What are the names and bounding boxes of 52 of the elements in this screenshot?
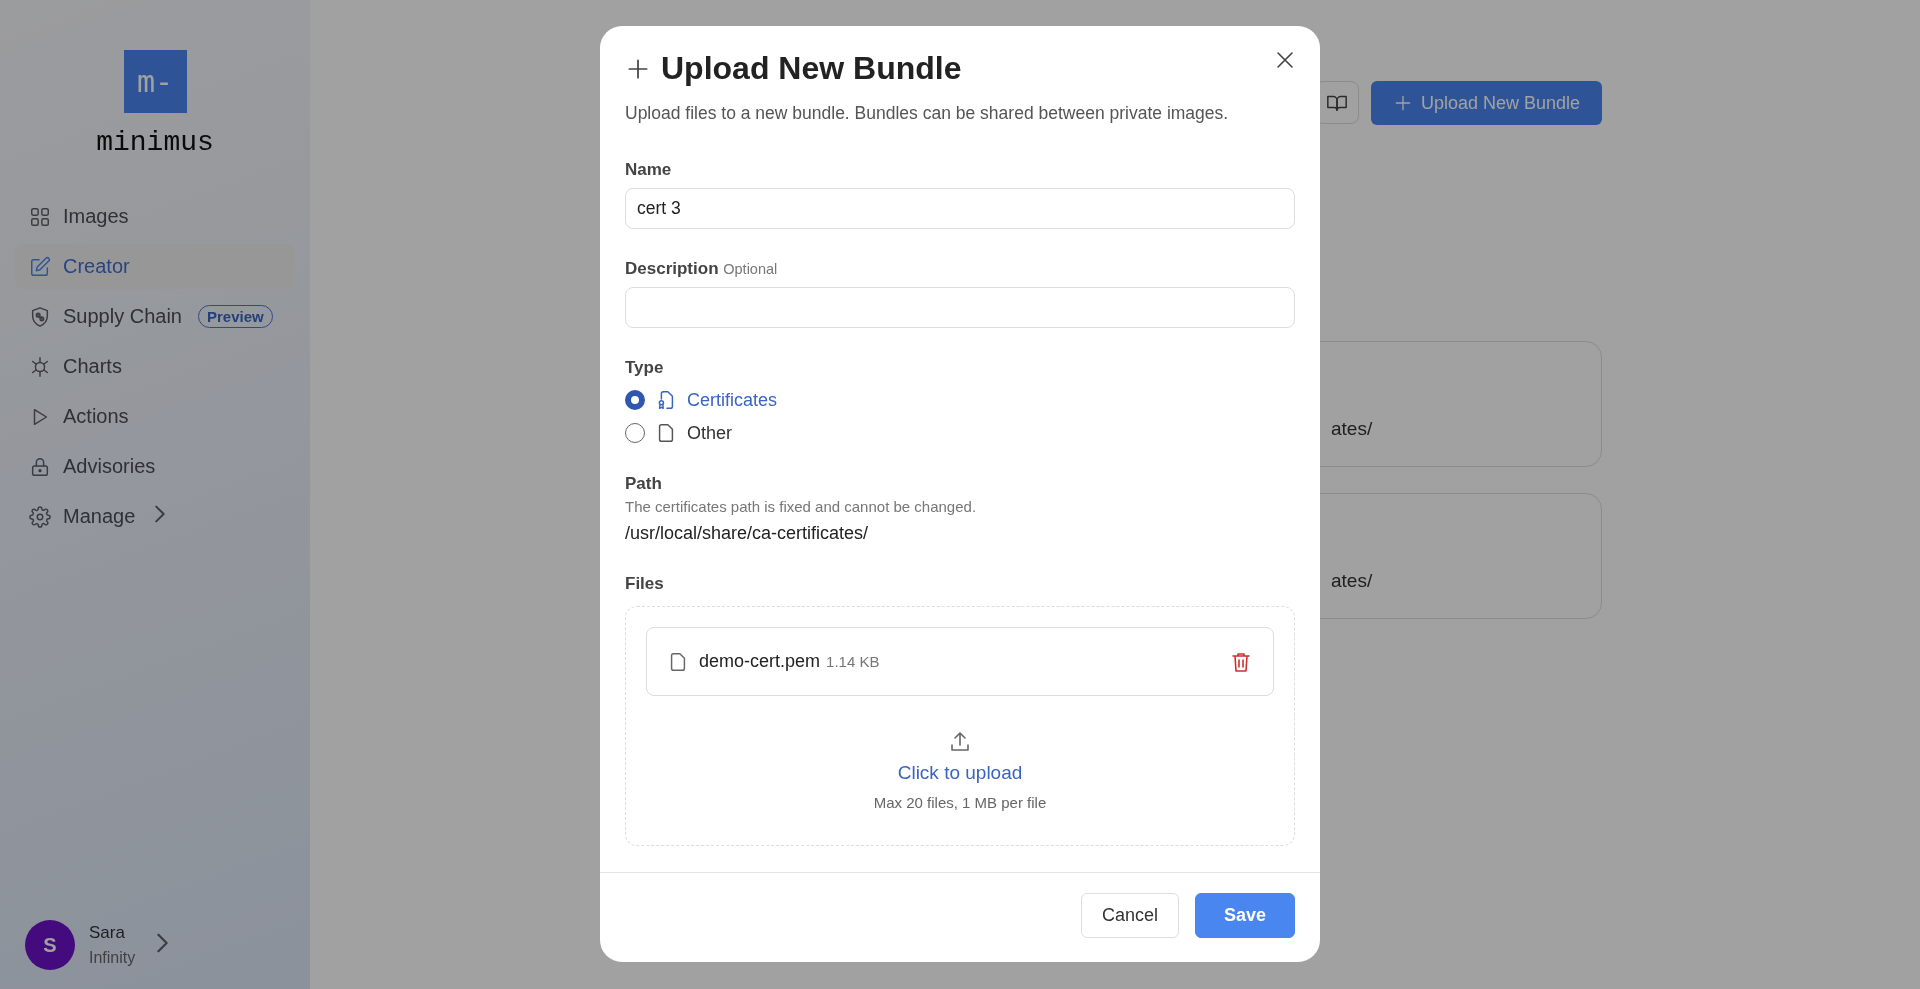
upload-limits: Max 20 files, 1 MB per file [873, 794, 1047, 811]
field-label: Path [625, 474, 663, 494]
sidebar-item[interactable]: Manage [15, 494, 295, 539]
sidebar-item[interactable]: Charts [15, 344, 295, 389]
sidebar-item-label: Images [63, 205, 129, 228]
path-value: /usr/local/share/ca-certificates/ [625, 523, 870, 544]
upload-bundle-button[interactable]: Upload New Bundle [1370, 81, 1602, 125]
grid-icon [29, 205, 51, 228]
save-button[interactable]: Save [1194, 893, 1295, 938]
field-label: Description Optional [625, 259, 779, 279]
dialog-subtitle: Upload files to a new bundle. Bundles can be shared between private images. [625, 103, 1230, 124]
avatar[interactable]: S [25, 920, 75, 970]
path-hint: The certificates path is fixed and cannot be changed. [625, 498, 978, 515]
sidebar-item-label: Manage [63, 505, 136, 528]
sidebar-item-label: Advisories [63, 455, 156, 478]
sidebar-item[interactable]: Actions [15, 394, 295, 439]
radio-button[interactable] [625, 423, 645, 443]
field-label: Type [625, 358, 665, 378]
sidebar-item-label: Supply Chain [63, 305, 182, 328]
sidebar-item-label: Creator [63, 255, 130, 278]
input-field[interactable] [625, 287, 1295, 328]
pencil-square-icon [29, 255, 51, 278]
wheel-icon [29, 355, 51, 378]
input-field[interactable]: cert 3 [625, 188, 1295, 229]
logo-mark: m- [123, 50, 187, 113]
dialog-title: Upload New Bundle [661, 50, 962, 87]
user-org: Infinity [89, 949, 136, 967]
brand-name: minimus [96, 127, 214, 158]
cancel-button[interactable]: Cancel [1080, 893, 1179, 938]
gear-icon [29, 505, 51, 528]
upload-link[interactable]: Click to upload [897, 762, 1023, 784]
lock-icon [29, 455, 51, 478]
sidebar-item[interactable]: Images [15, 194, 295, 239]
chevron-icon [157, 933, 169, 953]
upload-icon [948, 730, 972, 754]
radio-button[interactable] [625, 390, 645, 410]
radio-label[interactable]: Other [687, 422, 733, 444]
radio-label[interactable]: Certificates [687, 389, 778, 411]
file-name: demo-cert.pem [699, 651, 821, 672]
sidebar-item[interactable]: Creator [15, 244, 295, 289]
sidebar-item[interactable]: Supply Chain Preview [15, 294, 295, 339]
file-size: 1.14 KB [826, 653, 880, 670]
sidebar-item[interactable]: Advisories [15, 444, 295, 489]
drop-zone[interactable]: demo-cert.pem 1.14 KB Click to upload Max 20 files, 1 MB per file [625, 606, 1295, 846]
field-label: Files [625, 574, 665, 594]
bundle-path: ates/ [1331, 418, 1373, 439]
sidebar-item-label: Charts [63, 355, 122, 378]
field-label: Name [625, 160, 673, 180]
sidebar-item-label: Actions [63, 405, 129, 428]
bundle-path: ates/ [1331, 570, 1373, 591]
shield-icon [29, 305, 51, 328]
user-name: Sara [89, 923, 126, 943]
